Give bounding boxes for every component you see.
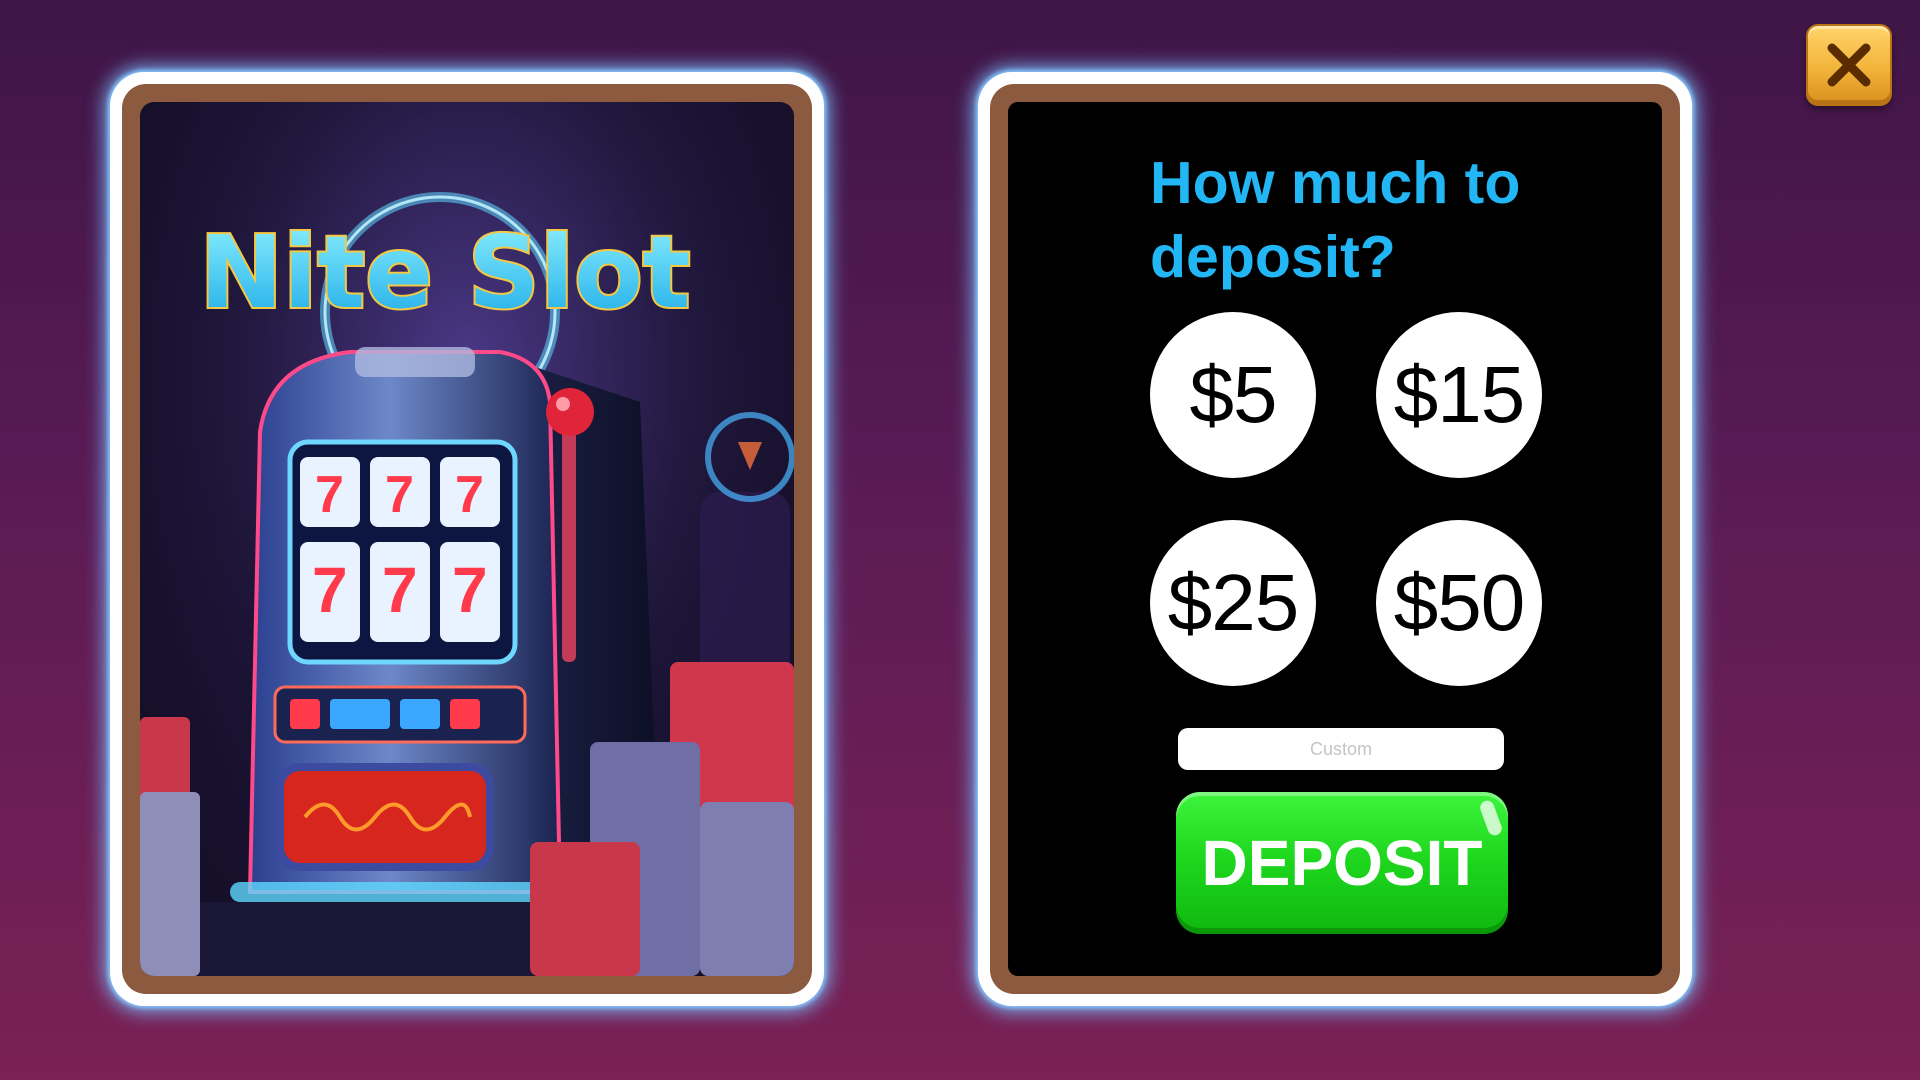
reel-symbol: 7 — [312, 554, 348, 626]
reel-symbol: 7 — [385, 466, 414, 524]
deposit-button[interactable]: DEPOSIT — [1176, 792, 1508, 934]
reel-symbol: 7 — [315, 466, 344, 524]
reel-symbol: 7 — [382, 554, 418, 626]
custom-amount-input[interactable] — [1178, 728, 1504, 770]
deposit-card-frame: How much to deposit? $5 $15 $25 $50 DEPO… — [990, 84, 1680, 994]
deposit-card: How much to deposit? $5 $15 $25 $50 DEPO… — [978, 72, 1692, 1006]
amount-option-5[interactable]: $5 — [1150, 312, 1316, 478]
reel-symbol: 7 — [455, 466, 484, 524]
amount-option-15[interactable]: $15 — [1376, 312, 1542, 478]
close-icon — [1827, 43, 1871, 87]
deposit-question: How much to deposit? — [1150, 150, 1521, 290]
amount-option-50[interactable]: $50 — [1376, 520, 1542, 686]
close-button[interactable] — [1806, 24, 1892, 106]
promo-card-frame: 7 7 7 7 7 7 Nite Slot — [122, 84, 812, 994]
slot-machine-artwork: 7 7 7 7 7 7 Nite Slot — [140, 102, 794, 976]
nite-slot-logo: Nite Slot — [199, 214, 690, 331]
deposit-button-label: DEPOSIT — [1201, 827, 1483, 899]
slot-machine-illustration: 7 7 7 7 7 7 Nite Slot — [140, 102, 794, 976]
reel-symbol: 7 — [452, 554, 488, 626]
promo-card: 7 7 7 7 7 7 Nite Slot — [110, 72, 824, 1006]
deposit-panel: How much to deposit? $5 $15 $25 $50 DEPO… — [1008, 102, 1662, 976]
amount-option-25[interactable]: $25 — [1150, 520, 1316, 686]
